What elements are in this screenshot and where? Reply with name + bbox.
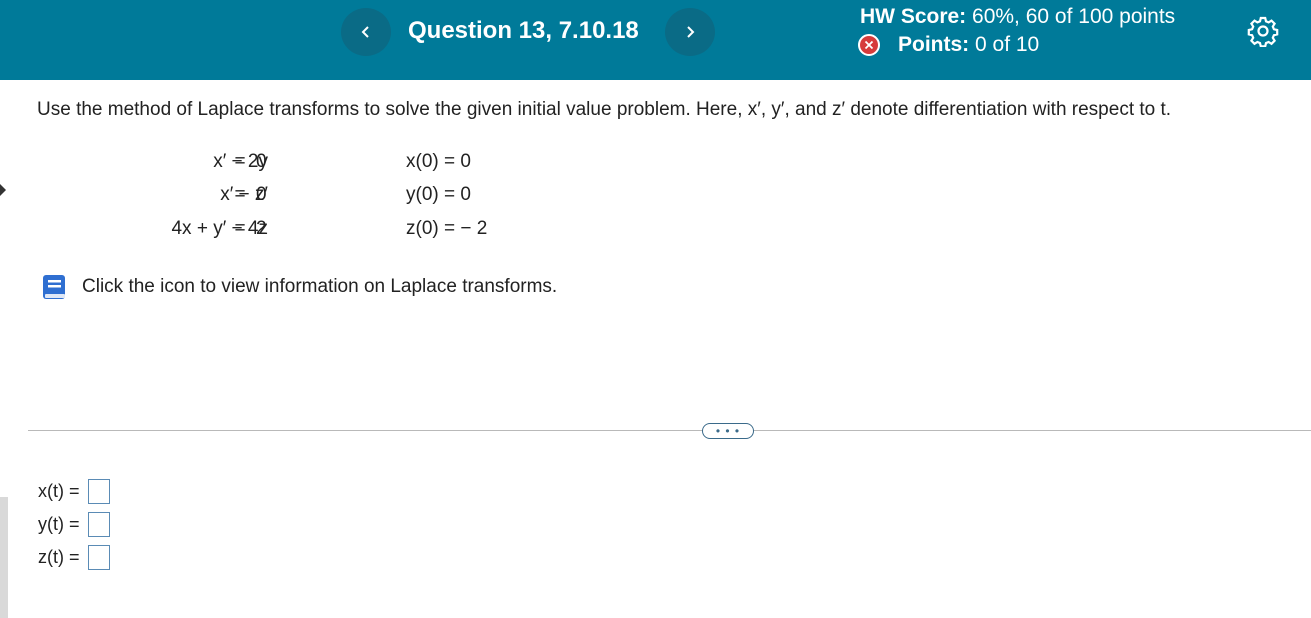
points-label: Points: bbox=[898, 33, 970, 56]
chevron-left-icon bbox=[361, 26, 369, 38]
book-icon[interactable] bbox=[39, 271, 71, 303]
hw-score-label: HW Score: bbox=[860, 5, 967, 28]
answer-row-x: x(t) = bbox=[38, 479, 110, 504]
initial-condition: x(0) = 0 bbox=[406, 151, 471, 172]
edge-marker bbox=[0, 184, 6, 196]
equation-relation: = bbox=[234, 184, 246, 205]
info-line: Click the icon to view information on La… bbox=[39, 271, 557, 303]
section-divider bbox=[28, 430, 1311, 431]
points-value: 0 of 10 bbox=[975, 33, 1040, 56]
hw-score-value: 60%, 60 of 100 points bbox=[972, 5, 1176, 28]
answer-row-z: z(t) = bbox=[38, 545, 110, 570]
equation-rhs: 2 bbox=[256, 218, 267, 239]
header-bar: Question 13, 7.10.18 HW Score: 60%, 60 o… bbox=[0, 0, 1311, 80]
initial-condition: z(0) = − 2 bbox=[406, 218, 488, 239]
equation-rhs: 0 bbox=[256, 184, 267, 205]
next-question-button[interactable] bbox=[665, 8, 715, 56]
equation-relation: = bbox=[234, 218, 246, 239]
equation-rhs: 0 bbox=[256, 151, 267, 172]
hw-score: HW Score: 60%, 60 of 100 points bbox=[860, 5, 1175, 29]
question-title: Question 13, 7.10.18 bbox=[408, 17, 639, 44]
previous-question-button[interactable] bbox=[341, 8, 391, 56]
scrollbar[interactable] bbox=[0, 497, 8, 618]
initial-condition: y(0) = 0 bbox=[406, 184, 471, 205]
z-answer-input[interactable] bbox=[88, 545, 110, 570]
answer-label: z(t) = bbox=[38, 547, 80, 567]
info-text: Click the icon to view information on La… bbox=[82, 276, 558, 297]
answer-row-y: y(t) = bbox=[38, 512, 110, 537]
y-answer-input[interactable] bbox=[88, 512, 110, 537]
answer-label: y(t) = bbox=[38, 514, 80, 534]
gear-icon[interactable] bbox=[1247, 15, 1279, 47]
expand-more-button[interactable]: • • • bbox=[702, 423, 754, 439]
chevron-right-icon bbox=[687, 26, 695, 38]
answer-label: x(t) = bbox=[38, 481, 80, 501]
x-answer-input[interactable] bbox=[88, 479, 110, 504]
x-circle-icon bbox=[858, 34, 880, 56]
points: Points: 0 of 10 bbox=[858, 33, 1039, 57]
equation-relation: = bbox=[234, 151, 246, 172]
problem-prompt: Use the method of Laplace transforms to … bbox=[37, 99, 1172, 120]
